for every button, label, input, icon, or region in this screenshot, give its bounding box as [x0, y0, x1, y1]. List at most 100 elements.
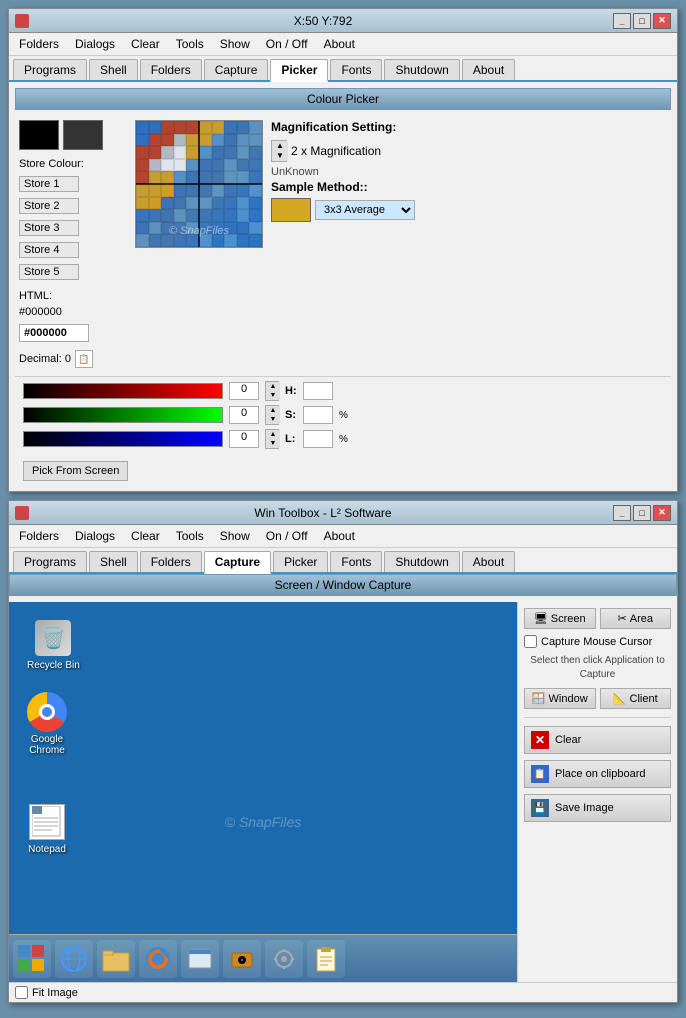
taskbar-ie[interactable]: e: [55, 940, 93, 978]
desktop-icon-recycle[interactable]: 🗑️ Recycle Bin: [27, 618, 80, 671]
b-up[interactable]: ▲: [266, 430, 280, 439]
menu-show-1[interactable]: Show: [214, 35, 256, 53]
magnified-view: © SnapFiles: [135, 120, 263, 248]
tab-folders-1[interactable]: Folders: [140, 59, 202, 80]
taskbar-folder[interactable]: [97, 940, 135, 978]
mag-down[interactable]: ▼: [272, 151, 288, 161]
save-image-button[interactable]: 💾 Save Image: [524, 794, 671, 822]
window-controls-2: _ □ ✕: [613, 505, 671, 521]
store3-button[interactable]: Store 3: [19, 220, 79, 236]
taskbar-start[interactable]: [13, 940, 51, 978]
sample-select[interactable]: 3x3 Average: [315, 200, 415, 220]
tab-programs-1[interactable]: Programs: [13, 59, 87, 80]
menu-about-2[interactable]: About: [318, 527, 361, 545]
tab-shell-1[interactable]: Shell: [89, 59, 138, 80]
maximize-button-2[interactable]: □: [633, 505, 651, 521]
menu-onoff-1[interactable]: On / Off: [260, 35, 314, 53]
g-spinner[interactable]: ▲ ▼: [265, 405, 279, 425]
tab-picker-2[interactable]: Picker: [273, 551, 328, 572]
taskbar-media[interactable]: [223, 940, 261, 978]
menu-show-2[interactable]: Show: [214, 527, 256, 545]
capture-mouse-label: Capture Mouse Cursor: [541, 636, 652, 648]
b-spinner[interactable]: ▲ ▼: [265, 429, 279, 449]
app-icon-1: [15, 14, 29, 28]
tab-capture-2[interactable]: Capture: [204, 551, 271, 574]
chrome-icon-container: [27, 692, 67, 732]
menu-dialogs-1[interactable]: Dialogs: [69, 35, 121, 53]
client-button[interactable]: 📐 Client: [600, 688, 672, 709]
area-icon: ✂: [618, 612, 627, 625]
minimize-button-2[interactable]: _: [613, 505, 631, 521]
menu-onoff-2[interactable]: On / Off: [260, 527, 314, 545]
menu-clear-1[interactable]: Clear: [125, 35, 166, 53]
window-button[interactable]: 🪟 Window: [524, 688, 596, 709]
close-button-1[interactable]: ✕: [653, 13, 671, 29]
mag-up[interactable]: ▲: [272, 141, 288, 151]
clipboard-button[interactable]: 📋 Place on clipboard: [524, 760, 671, 788]
g-down[interactable]: ▼: [266, 415, 280, 424]
s-label: S:: [285, 409, 297, 421]
menu-tools-2[interactable]: Tools: [170, 527, 210, 545]
swatch-black: [19, 120, 59, 150]
copy-clipboard-icon[interactable]: 📋: [75, 350, 93, 368]
s-value-input[interactable]: [303, 406, 333, 424]
mag-spinner[interactable]: ▲ ▼: [271, 140, 287, 162]
h-value-input[interactable]: [303, 382, 333, 400]
r-down[interactable]: ▼: [266, 391, 280, 400]
taskbar-tools[interactable]: [265, 940, 303, 978]
b-value-input[interactable]: 0: [229, 430, 259, 448]
tab-about-1[interactable]: About: [462, 59, 515, 80]
r-up[interactable]: ▲: [266, 382, 280, 391]
area-button[interactable]: ✂ Area: [600, 608, 672, 629]
menu-tools-1[interactable]: Tools: [170, 35, 210, 53]
b-down[interactable]: ▼: [266, 439, 280, 448]
menu-clear-2[interactable]: Clear: [125, 527, 166, 545]
tab-programs-2[interactable]: Programs: [13, 551, 87, 572]
capture-mouse-checkbox[interactable]: [524, 635, 537, 648]
fit-image-checkbox[interactable]: [15, 986, 28, 999]
clear-button[interactable]: ✕ Clear: [524, 726, 671, 754]
tab-bar-1: Programs Shell Folders Capture Picker Fo…: [9, 56, 677, 82]
taskbar-explorer[interactable]: [181, 940, 219, 978]
store5-button[interactable]: Store 5: [19, 264, 79, 280]
l-value-input[interactable]: [303, 430, 333, 448]
tab-folders-2[interactable]: Folders: [140, 551, 202, 572]
screen-area-row: 🖥 Screen ✂ Area: [524, 608, 671, 629]
slider-blue[interactable]: [23, 431, 223, 447]
store1-button[interactable]: Store 1: [19, 176, 79, 192]
capture-panel: 🖥 Screen ✂ Area Capture Mouse Cursor Sel…: [517, 602, 677, 982]
store2-button[interactable]: Store 2: [19, 198, 79, 214]
tab-shutdown-2[interactable]: Shutdown: [384, 551, 459, 572]
pick-screen-button[interactable]: Pick From Screen: [23, 461, 128, 481]
tab-fonts-1[interactable]: Fonts: [330, 59, 382, 80]
slider-red[interactable]: [23, 383, 223, 399]
tab-capture-1[interactable]: Capture: [204, 59, 269, 80]
screen-button[interactable]: 🖥 Screen: [524, 608, 596, 629]
tab-fonts-2[interactable]: Fonts: [330, 551, 382, 572]
g-up[interactable]: ▲: [266, 406, 280, 415]
close-button-2[interactable]: ✕: [653, 505, 671, 521]
desktop-icon-chrome[interactable]: GoogleChrome: [27, 692, 67, 756]
html-value: #000000: [19, 306, 129, 318]
tab-shell-2[interactable]: Shell: [89, 551, 138, 572]
menu-folders-2[interactable]: Folders: [13, 527, 65, 545]
r-spinner[interactable]: ▲ ▼: [265, 381, 279, 401]
picker-layout: Store Colour: Store 1 Store 2 Store 3 St…: [15, 116, 671, 372]
tab-picker-1[interactable]: Picker: [270, 59, 328, 82]
menu-folders-1[interactable]: Folders: [13, 35, 65, 53]
taskbar-firefox[interactable]: [139, 940, 177, 978]
menu-dialogs-2[interactable]: Dialogs: [69, 527, 121, 545]
desktop-icon-notepad[interactable]: Notepad: [27, 802, 67, 855]
minimize-button-1[interactable]: _: [613, 13, 631, 29]
store4-button[interactable]: Store 4: [19, 242, 79, 258]
maximize-button-1[interactable]: □: [633, 13, 651, 29]
chrome-inner-circle: [39, 704, 55, 720]
tab-shutdown-1[interactable]: Shutdown: [384, 59, 459, 80]
g-value-input[interactable]: 0: [229, 406, 259, 424]
r-value-input[interactable]: 0: [229, 382, 259, 400]
slider-green[interactable]: [23, 407, 223, 423]
hex-box[interactable]: #000000: [19, 324, 89, 342]
tab-about-2[interactable]: About: [462, 551, 515, 572]
taskbar-clipboard[interactable]: [307, 940, 345, 978]
menu-about-1[interactable]: About: [318, 35, 361, 53]
